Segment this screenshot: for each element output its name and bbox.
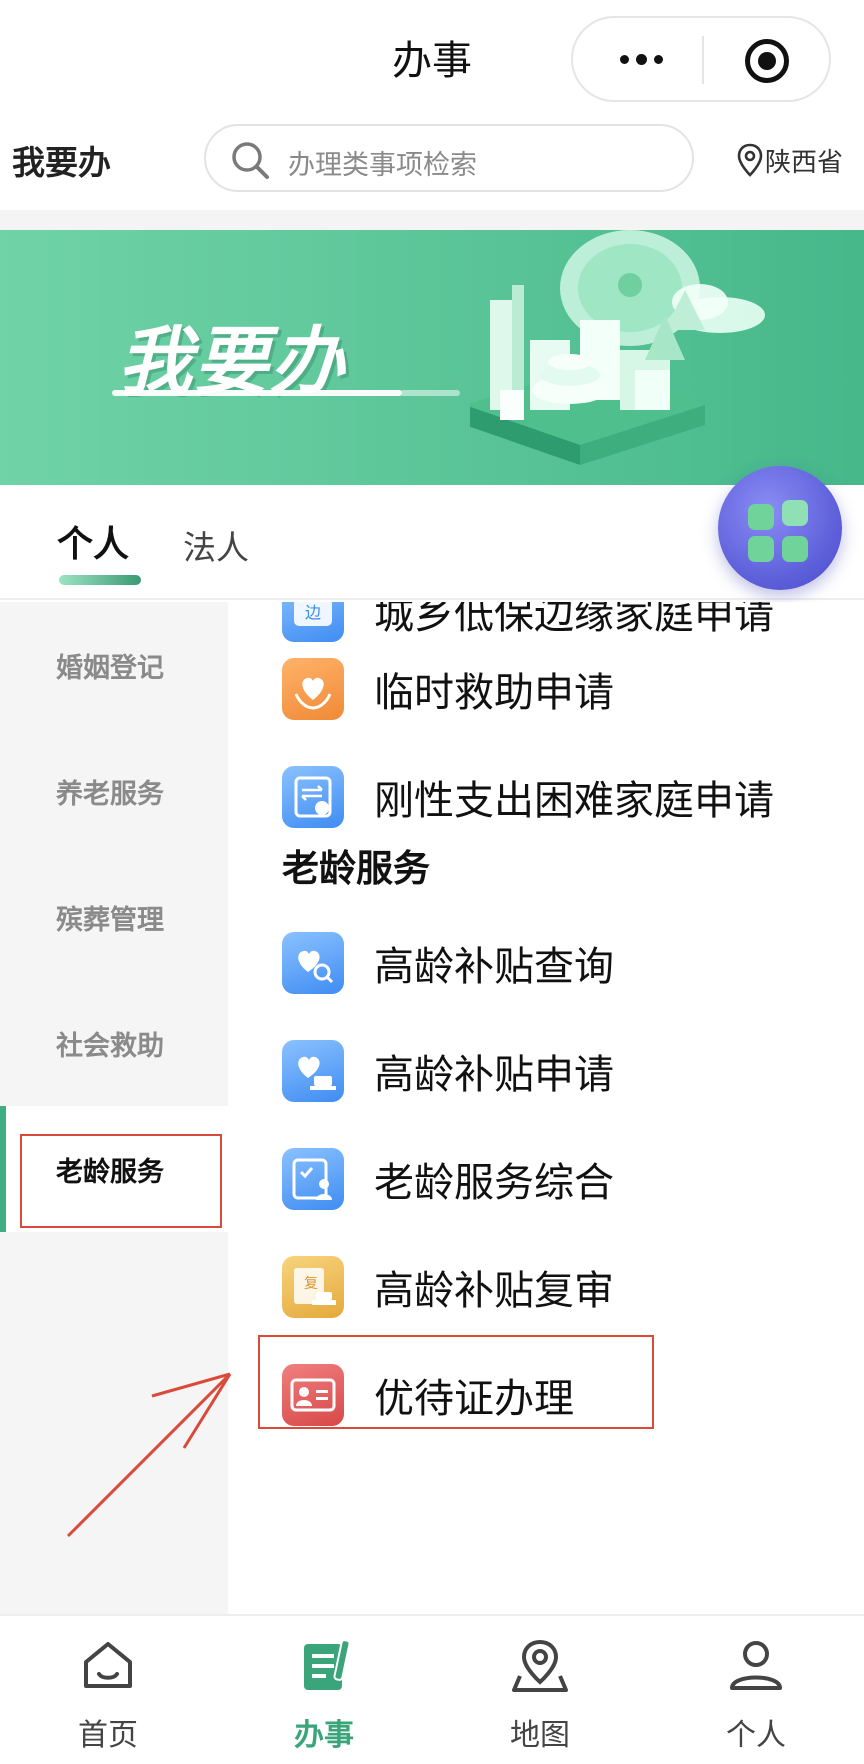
review-stamp-icon: 复 (282, 1256, 344, 1318)
capsule-divider (702, 36, 704, 84)
svg-text:边: 边 (305, 603, 321, 622)
more-menu-icon[interactable] (611, 44, 671, 74)
location-pin-icon (737, 143, 763, 177)
home-icon (84, 1642, 132, 1688)
edge-family-icon: 边 (282, 602, 344, 642)
city-illustration (470, 230, 765, 465)
sidebar-item-label: 婚姻登记 (56, 653, 164, 684)
exchange-doc-icon (282, 766, 344, 828)
annotation-arrow (66, 1372, 232, 1538)
sidebar-item-marriage[interactable]: 婚姻登记 (0, 602, 228, 728)
map-pin-icon (512, 1639, 568, 1692)
annotation-highlight-box (20, 1134, 222, 1228)
tab-personal[interactable]: 个人 (57, 515, 129, 567)
annotation-highlight-box (258, 1335, 654, 1429)
list-item[interactable]: 临时救助申请 (228, 640, 864, 748)
promo-banner[interactable]: 我要办 (0, 230, 864, 485)
tab-legal-entity[interactable]: 法人 (183, 521, 249, 569)
bottom-tab-bar: 首页 办事 地图 个人 (0, 1614, 864, 1764)
sidebar-item-label: 殡葬管理 (56, 905, 164, 936)
heart-hands-icon (282, 658, 344, 720)
tabbar-item-profile[interactable]: 个人 (648, 1616, 864, 1764)
list-item-label: 临时救助申请 (374, 670, 614, 716)
tabbar-item-home[interactable]: 首页 (0, 1616, 216, 1764)
grid-icon-tile (782, 536, 808, 562)
svg-text:复: 复 (304, 1275, 318, 1292)
list-item-label: 刚性支出困难家庭申请 (374, 778, 774, 824)
search-heading: 我要办 (12, 143, 111, 182)
list-item[interactable]: 复 高龄补贴复审 (228, 1238, 864, 1346)
sidebar-item-funeral[interactable]: 殡葬管理 (0, 854, 228, 980)
service-list: 边 城乡低保边缘家庭申请 临时救助申请 刚性支出困难家庭申请 老龄服务 高龄补贴… (228, 602, 864, 1614)
list-item-label: 高龄补贴查询 (374, 944, 614, 990)
list-item-label: 老龄服务综合 (374, 1160, 614, 1206)
banner-underline (112, 390, 402, 396)
tabbar-label: 办事 (294, 1718, 354, 1753)
grid-icon-tile (748, 536, 774, 562)
title-bar: 办事 (0, 0, 864, 110)
heart-stamp-icon (282, 1040, 344, 1102)
elder-doc-icon (282, 1148, 344, 1210)
search-input[interactable]: 办理类事项检索 (204, 124, 694, 192)
sidebar-item-elderly-care[interactable]: 养老服务 (0, 728, 228, 854)
list-item-label: 城乡低保边缘家庭申请 (374, 602, 774, 638)
search-icon (232, 142, 269, 179)
grid-icon (748, 504, 774, 530)
grid-icon-tile (782, 500, 808, 526)
active-tab-indicator (59, 575, 141, 585)
user-icon (730, 1641, 782, 1690)
list-item-label: 高龄补贴复审 (374, 1268, 614, 1314)
sidebar-item-label: 社会救助 (56, 1031, 164, 1062)
section-title: 老龄服务 (282, 847, 430, 890)
banner-underline-fade (400, 390, 460, 396)
close-miniprogram-icon[interactable] (745, 39, 789, 83)
list-item[interactable]: 高龄补贴申请 (228, 1022, 864, 1130)
list-item[interactable]: 高龄补贴查询 (228, 914, 864, 1022)
tabbar-label: 个人 (726, 1718, 786, 1753)
search-row: 我要办 办理类事项检索 陕西省 (0, 110, 864, 210)
list-item-label: 高龄补贴申请 (374, 1052, 614, 1098)
location-selector[interactable]: 陕西省 (737, 140, 843, 180)
tabbar-label: 地图 (510, 1718, 570, 1753)
search-placeholder: 办理类事项检索 (288, 150, 477, 181)
task-icon (304, 1639, 351, 1690)
sidebar-item-label: 养老服务 (56, 779, 164, 810)
sidebar-item-social-assistance[interactable]: 社会救助 (0, 980, 228, 1106)
location-label: 陕西省 (765, 147, 844, 178)
miniprogram-capsule (571, 16, 831, 102)
heart-search-icon (282, 932, 344, 994)
list-item[interactable]: 老龄服务综合 (228, 1130, 864, 1238)
tabbar-item-tasks[interactable]: 办事 (216, 1616, 432, 1764)
tabbar-label: 首页 (78, 1718, 138, 1753)
app-grid-floating-button[interactable] (718, 466, 842, 590)
tabbar-item-map[interactable]: 地图 (432, 1616, 648, 1764)
section-divider (0, 210, 864, 230)
